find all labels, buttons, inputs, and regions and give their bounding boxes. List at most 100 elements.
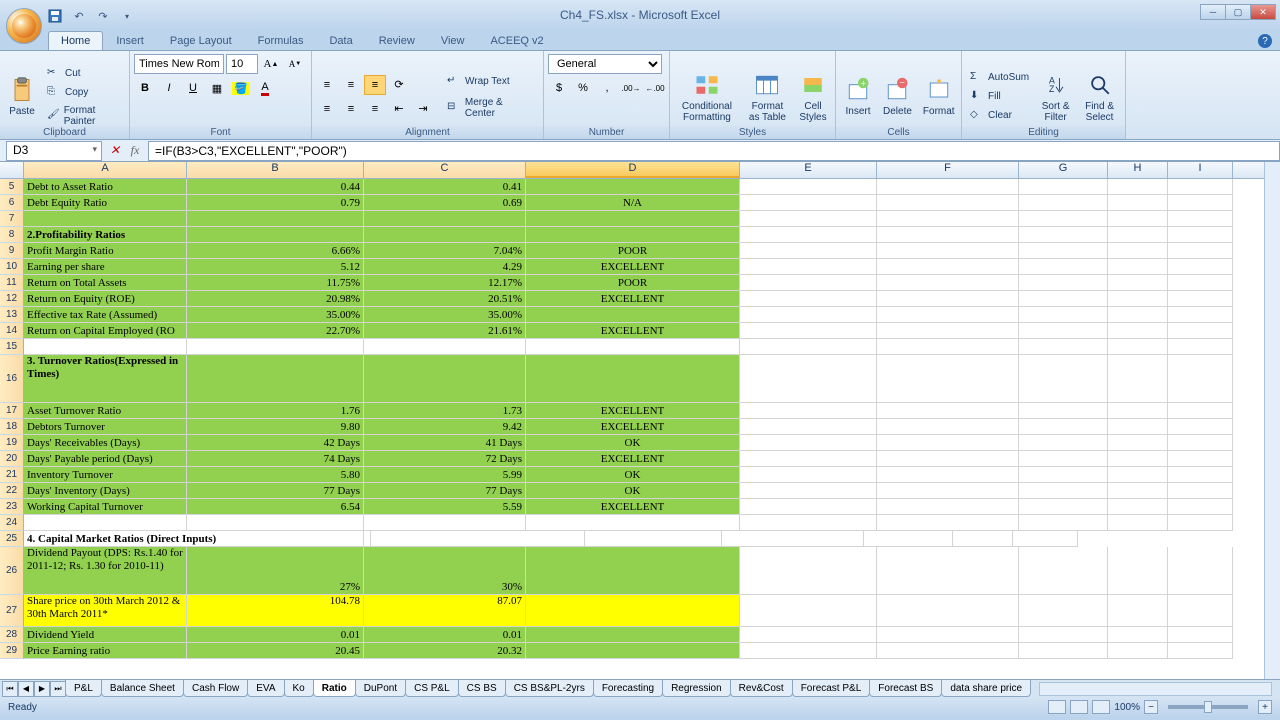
cell[interactable]: [1108, 339, 1168, 355]
close-button[interactable]: ✕: [1250, 4, 1276, 20]
qat-save[interactable]: [46, 8, 64, 24]
autosum-button[interactable]: ΣAutoSum: [966, 69, 1033, 87]
cell[interactable]: 72 Days: [364, 451, 526, 467]
cell[interactable]: [1108, 275, 1168, 291]
cell[interactable]: [1019, 515, 1108, 531]
cell[interactable]: 6.54: [187, 499, 364, 515]
bold-button[interactable]: B: [134, 78, 156, 98]
tab-review[interactable]: Review: [366, 31, 428, 50]
row-header[interactable]: 28: [0, 627, 24, 643]
vertical-scrollbar[interactable]: [1264, 162, 1280, 679]
cell[interactable]: Debt to Asset Ratio: [24, 179, 187, 195]
number-format-select[interactable]: General: [548, 54, 662, 74]
align-middle-button[interactable]: ≡: [340, 75, 362, 95]
cell[interactable]: Debtors Turnover: [24, 419, 187, 435]
cell[interactable]: [1168, 451, 1233, 467]
cell[interactable]: EXCELLENT: [526, 323, 740, 339]
cell[interactable]: [526, 595, 740, 627]
cell[interactable]: EXCELLENT: [526, 403, 740, 419]
row-header[interactable]: 15: [0, 339, 24, 355]
cell[interactable]: [1019, 323, 1108, 339]
cell[interactable]: 0.44: [187, 179, 364, 195]
formula-bar-input[interactable]: [148, 141, 1280, 161]
col-header-f[interactable]: F: [877, 162, 1019, 178]
cell[interactable]: [877, 643, 1019, 659]
cell[interactable]: [740, 291, 877, 307]
sheet-tab[interactable]: Forecasting: [593, 680, 663, 697]
cell[interactable]: [1168, 403, 1233, 419]
sort-filter-button[interactable]: AZ Sort & Filter: [1036, 69, 1075, 125]
currency-button[interactable]: $: [548, 78, 570, 98]
percent-button[interactable]: %: [572, 78, 594, 98]
cell[interactable]: [877, 179, 1019, 195]
cell[interactable]: Days' Payable period (Days): [24, 451, 187, 467]
cell[interactable]: [1019, 211, 1108, 227]
cell[interactable]: [1108, 483, 1168, 499]
cell[interactable]: [740, 643, 877, 659]
cell[interactable]: Share price on 30th March 2012 & 30th Ma…: [24, 595, 187, 627]
row-header[interactable]: 23: [0, 499, 24, 515]
cell[interactable]: Effective tax Rate (Assumed): [24, 307, 187, 323]
cell[interactable]: [1019, 259, 1108, 275]
sheet-tab[interactable]: Cash Flow: [183, 680, 248, 697]
orientation-button[interactable]: ⟳: [388, 75, 410, 95]
cell[interactable]: [1019, 179, 1108, 195]
cell[interactable]: [526, 211, 740, 227]
fx-icon[interactable]: fx: [126, 142, 144, 160]
cell[interactable]: [1019, 643, 1108, 659]
row-header[interactable]: 25: [0, 531, 24, 547]
cell[interactable]: 0.69: [364, 195, 526, 211]
cell[interactable]: [526, 643, 740, 659]
cell[interactable]: [877, 195, 1019, 211]
cell[interactable]: [1108, 499, 1168, 515]
sheet-nav-next[interactable]: ▶: [34, 681, 50, 697]
row-header[interactable]: 18: [0, 419, 24, 435]
cell[interactable]: [1168, 323, 1233, 339]
find-select-button[interactable]: Find & Select: [1078, 69, 1121, 125]
cell[interactable]: [877, 259, 1019, 275]
row-header[interactable]: 5: [0, 179, 24, 195]
cell[interactable]: [1168, 547, 1233, 595]
cell[interactable]: [1019, 419, 1108, 435]
cell[interactable]: [187, 515, 364, 531]
cell[interactable]: [877, 323, 1019, 339]
cell[interactable]: [877, 419, 1019, 435]
help-icon[interactable]: ?: [1258, 34, 1272, 48]
cell[interactable]: [585, 531, 722, 547]
row-header[interactable]: 29: [0, 643, 24, 659]
cell[interactable]: [24, 339, 187, 355]
cell[interactable]: N/A: [526, 195, 740, 211]
cell[interactable]: [364, 355, 526, 403]
horizontal-scrollbar[interactable]: [1039, 682, 1272, 696]
cell[interactable]: [877, 467, 1019, 483]
tab-aceeq[interactable]: ACEEQ v2: [477, 31, 556, 50]
insert-cells-button[interactable]: + Insert: [840, 74, 876, 119]
select-all-corner[interactable]: [0, 162, 24, 178]
cell[interactable]: 20.32: [364, 643, 526, 659]
cell[interactable]: [740, 243, 877, 259]
cell[interactable]: 0.41: [364, 179, 526, 195]
cell[interactable]: [877, 355, 1019, 403]
col-header-g[interactable]: G: [1019, 162, 1108, 178]
cell[interactable]: [740, 323, 877, 339]
cell[interactable]: [1019, 227, 1108, 243]
cell[interactable]: [740, 227, 877, 243]
cell[interactable]: [1168, 435, 1233, 451]
cell[interactable]: [740, 403, 877, 419]
cell[interactable]: [187, 355, 364, 403]
cell[interactable]: [953, 531, 1013, 547]
decrease-indent-button[interactable]: ⇤: [388, 99, 410, 119]
comma-button[interactable]: ,: [596, 78, 618, 98]
cell[interactable]: [877, 339, 1019, 355]
cell[interactable]: [1108, 307, 1168, 323]
cell[interactable]: [1108, 467, 1168, 483]
cell[interactable]: Debt Equity Ratio: [24, 195, 187, 211]
cell[interactable]: [1019, 307, 1108, 323]
tab-home[interactable]: Home: [48, 31, 103, 50]
cell[interactable]: [740, 451, 877, 467]
cell[interactable]: [1168, 211, 1233, 227]
cell[interactable]: [526, 515, 740, 531]
col-header-i[interactable]: I: [1168, 162, 1233, 178]
name-box[interactable]: D3: [6, 141, 102, 161]
cell[interactable]: [877, 403, 1019, 419]
